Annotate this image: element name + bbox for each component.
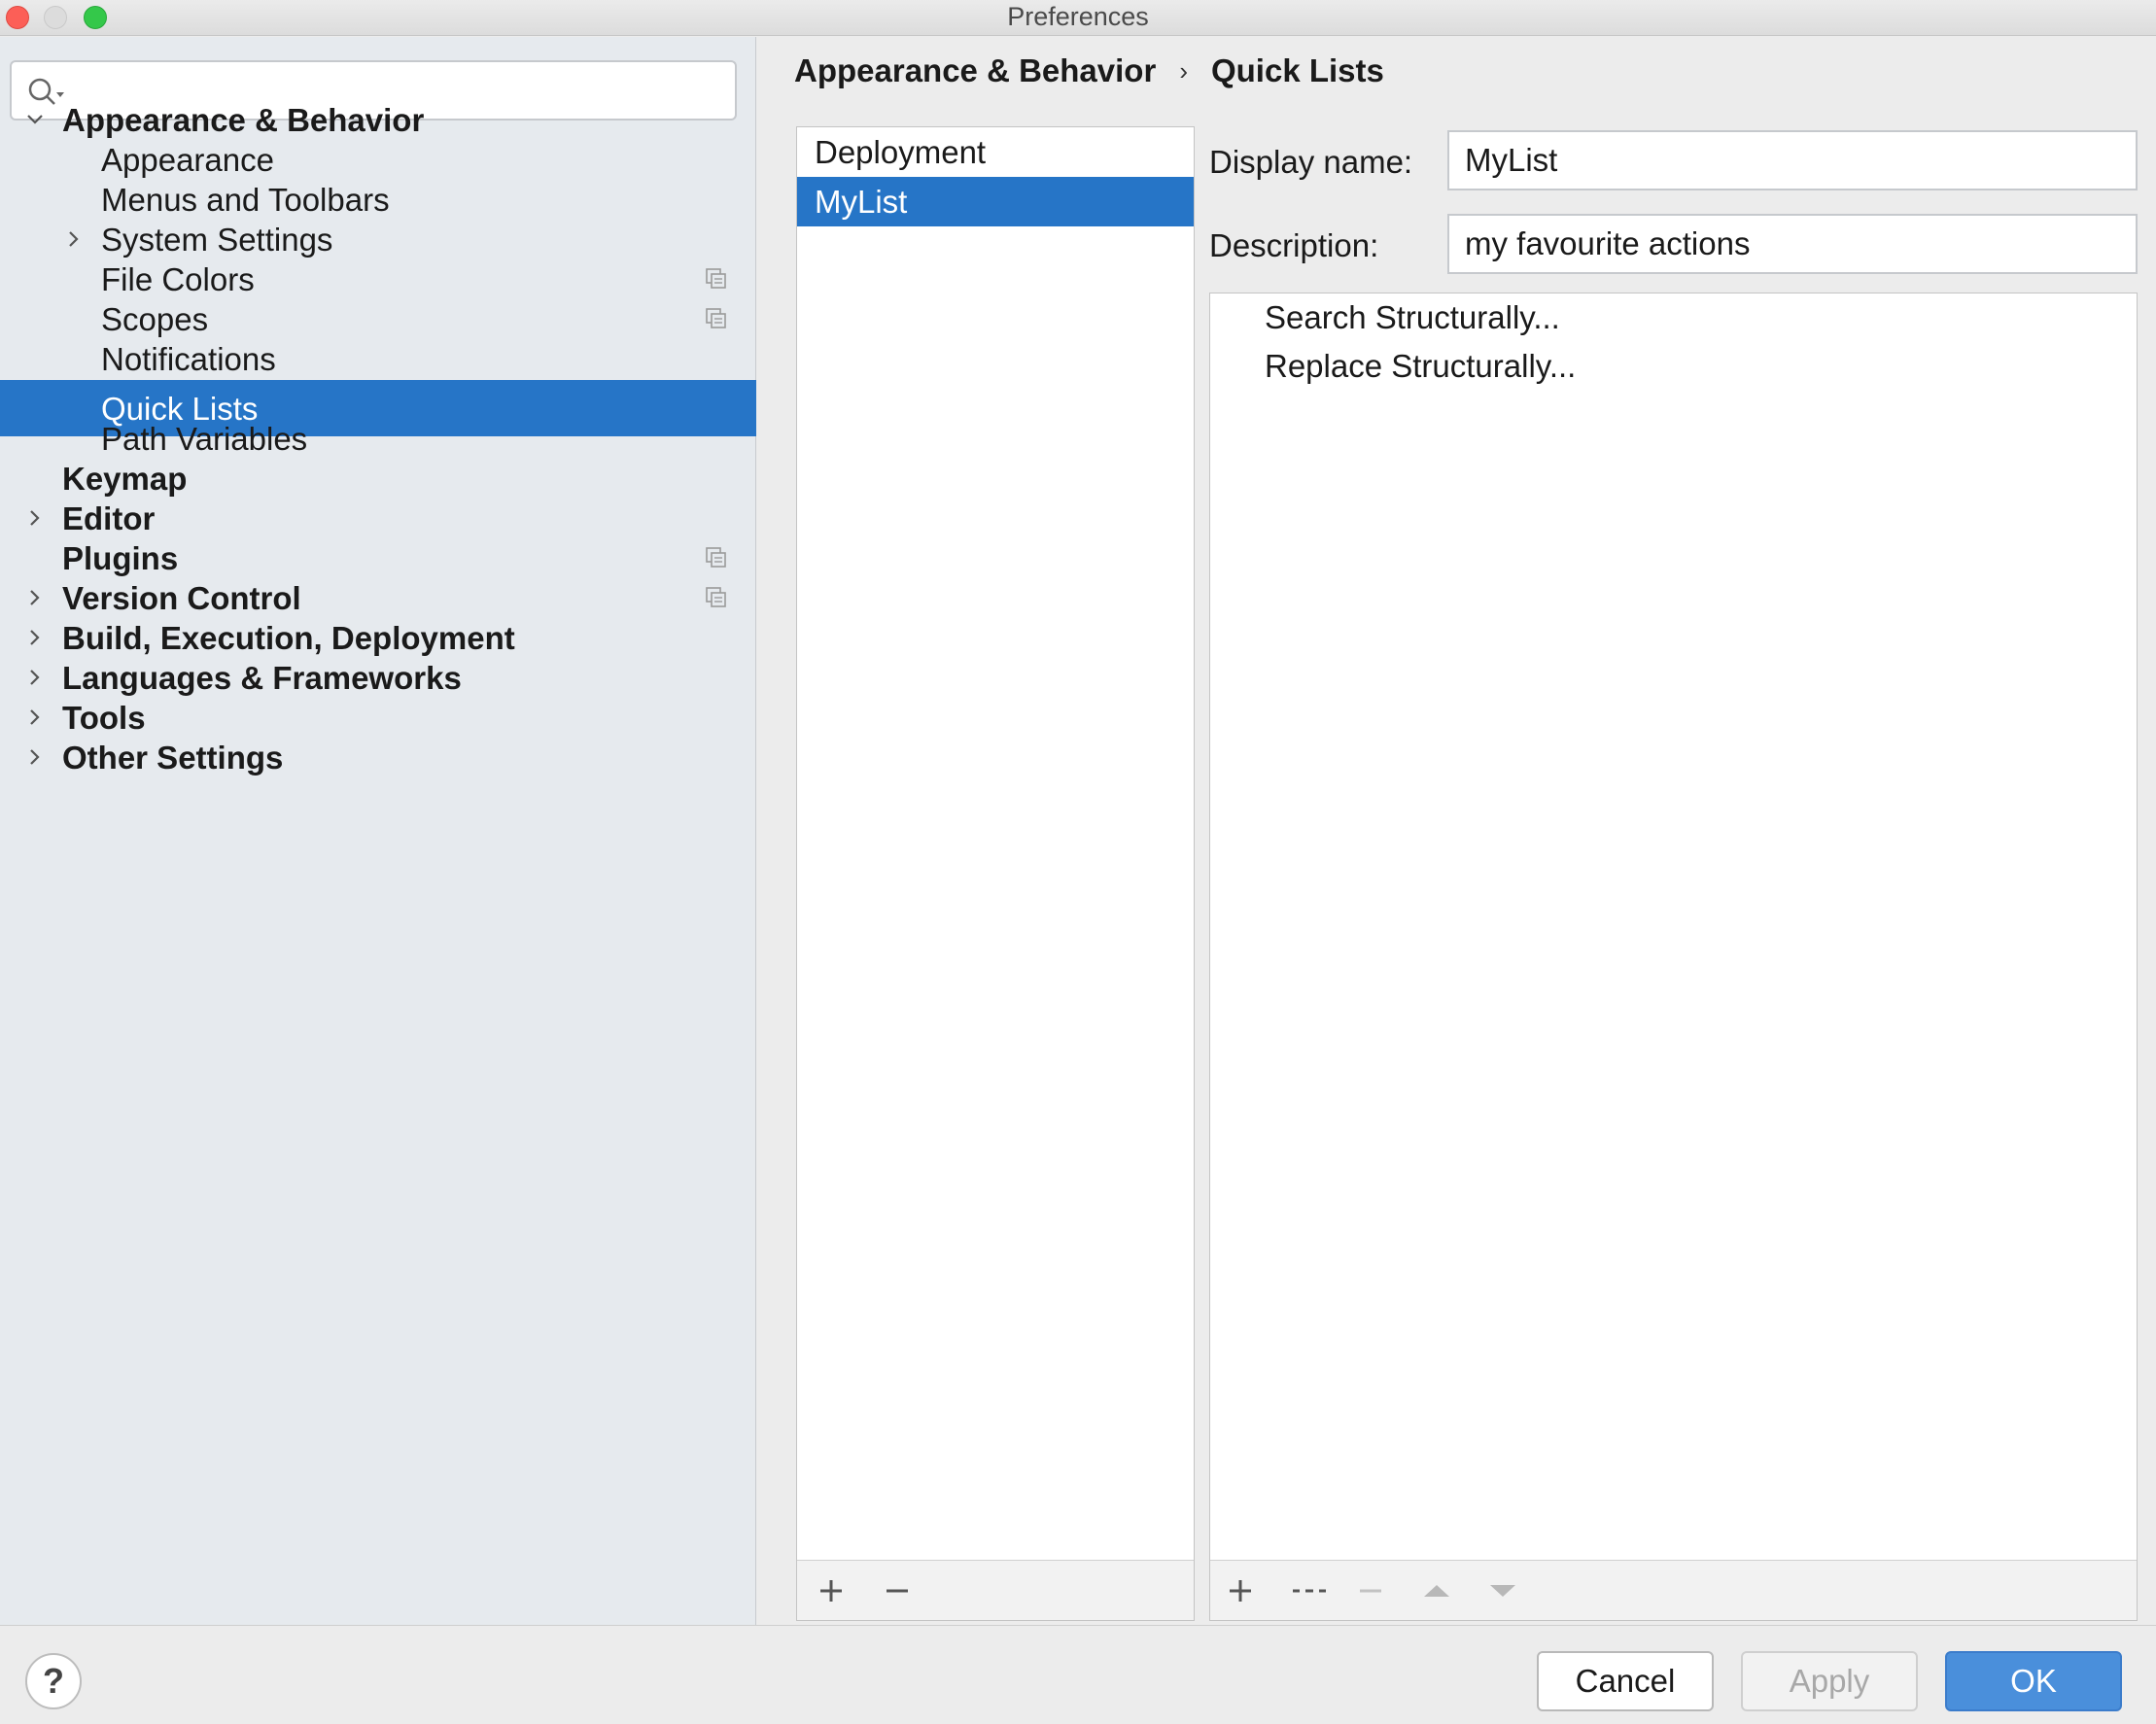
list-item[interactable]: Deployment: [797, 127, 1194, 177]
arrow-down-icon: [1490, 1585, 1515, 1597]
project-level-icon: [706, 547, 726, 568]
arrow-up-icon: [1424, 1585, 1449, 1597]
display-name-input[interactable]: MyList: [1447, 130, 2138, 190]
display-name-label: Display name:: [1209, 144, 1413, 180]
actions-toolbar: [1210, 1560, 2137, 1620]
chevron-right-icon[interactable]: [25, 707, 45, 727]
tree-item-label: Notifications: [101, 341, 276, 377]
breadcrumb-current: Quick Lists: [1210, 52, 1384, 88]
project-level-icon: [706, 308, 726, 328]
remove-action-button[interactable]: [1356, 1576, 1385, 1605]
action-item[interactable]: Search Structurally...: [1265, 299, 1560, 336]
plus-icon: [820, 1580, 842, 1602]
action-item[interactable]: Replace Structurally...: [1265, 348, 1576, 385]
move-up-button[interactable]: [1422, 1576, 1451, 1605]
project-level-icon: [706, 587, 726, 607]
add-list-button[interactable]: [817, 1576, 846, 1605]
separator-icon: [1293, 1589, 1326, 1593]
title-bar: Preferences: [0, 0, 2156, 36]
chevron-right-icon[interactable]: [25, 747, 45, 767]
help-button[interactable]: ?: [25, 1653, 82, 1709]
tree-item-label: Other Settings: [62, 740, 284, 776]
description-label: Description:: [1209, 227, 1379, 263]
list-toolbar: [797, 1560, 1194, 1620]
minus-icon: [1360, 1589, 1381, 1593]
list-item-selected[interactable]: MyList: [797, 177, 1194, 226]
actions-list: Search Structurally... Replace Structura…: [1209, 293, 2138, 1621]
chevron-down-icon[interactable]: [25, 110, 45, 129]
minus-icon: [887, 1589, 908, 1593]
chevron-right-icon[interactable]: [25, 508, 45, 528]
chevron-right-icon[interactable]: [25, 588, 45, 607]
description-input[interactable]: my favourite actions: [1447, 214, 2138, 274]
cancel-button[interactable]: Cancel: [1537, 1651, 1714, 1711]
breadcrumb-parent[interactable]: Appearance & Behavior: [794, 52, 1156, 89]
add-action-button[interactable]: [1226, 1576, 1255, 1605]
plus-icon: [1230, 1580, 1251, 1602]
window-title: Preferences: [1007, 2, 1149, 31]
chevron-right-icon[interactable]: [25, 628, 45, 647]
settings-sidebar: Appearance & Behavior Appearance Menus a…: [0, 37, 756, 1625]
tree-item-notifications[interactable]: Notifications: [0, 330, 756, 387]
remove-list-button[interactable]: [883, 1576, 912, 1605]
ok-button[interactable]: OK: [1945, 1651, 2122, 1711]
chevron-right-icon[interactable]: [64, 229, 84, 249]
dialog-button-bar: ? Cancel Apply OK: [0, 1625, 2156, 1724]
apply-button[interactable]: Apply: [1741, 1651, 1918, 1711]
breadcrumb: Appearance & Behavior › Quick Lists: [794, 52, 1384, 89]
quick-lists-list: Deployment MyList: [796, 126, 1195, 1621]
chevron-right-icon[interactable]: [25, 668, 45, 687]
project-level-icon: [706, 268, 726, 289]
tree-item-other-settings[interactable]: Other Settings: [0, 729, 756, 785]
settings-content: Appearance & Behavior › Quick Lists Depl…: [757, 37, 2156, 1625]
breadcrumb-separator: ›: [1179, 55, 1188, 86]
move-down-button[interactable]: [1488, 1576, 1517, 1605]
add-separator-button[interactable]: [1290, 1576, 1329, 1605]
